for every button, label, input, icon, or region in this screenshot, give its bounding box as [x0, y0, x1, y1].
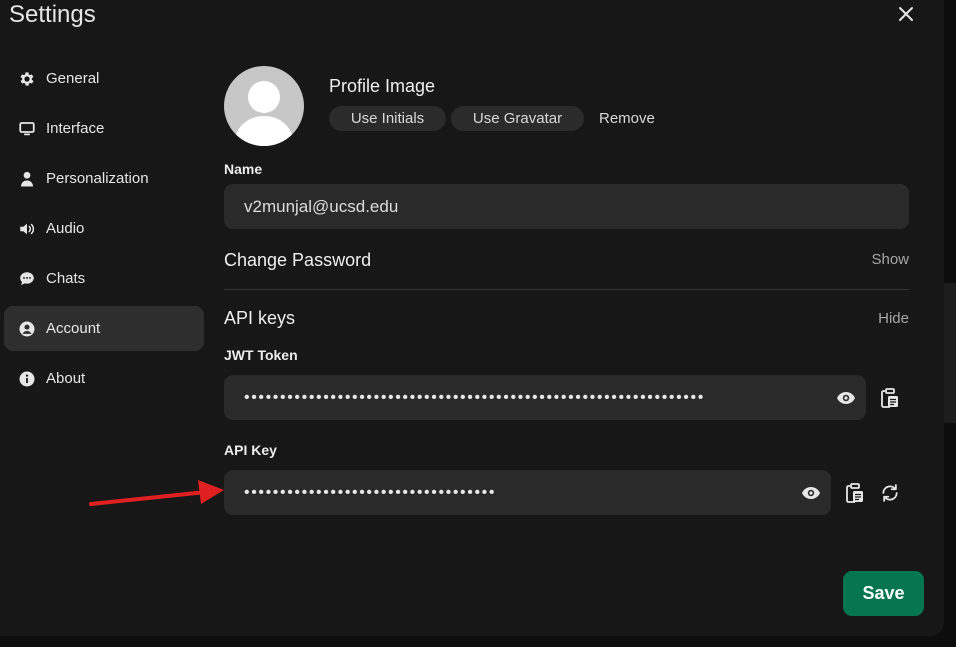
- copy-jwt-button[interactable]: [879, 387, 901, 409]
- sidebar-item-label: Account: [46, 320, 101, 337]
- close-icon: [899, 7, 913, 21]
- monitor-icon: [18, 120, 36, 138]
- gear-icon: [18, 70, 36, 88]
- settings-sidebar: General Interface Personalization Audio …: [4, 56, 204, 406]
- sidebar-item-about[interactable]: About: [4, 356, 204, 401]
- speaker-icon: [18, 220, 36, 238]
- show-jwt-button[interactable]: [835, 387, 857, 409]
- use-initials-button[interactable]: Use Initials: [329, 106, 446, 131]
- default-avatar-icon: [234, 81, 294, 146]
- name-field[interactable]: v2munjal@ucsd.edu: [224, 184, 909, 229]
- hide-api-keys-toggle[interactable]: Hide: [878, 310, 909, 327]
- sidebar-item-interface[interactable]: Interface: [4, 106, 204, 151]
- name-label: Name: [224, 161, 263, 177]
- change-password-label: Change Password: [224, 250, 372, 270]
- sidebar-item-general[interactable]: General: [4, 56, 204, 101]
- sidebar-item-label: Audio: [46, 220, 85, 237]
- sidebar-item-label: Chats: [46, 270, 86, 287]
- eye-icon: [837, 392, 855, 404]
- eye-icon: [802, 487, 820, 499]
- show-api-key-button[interactable]: [800, 482, 822, 504]
- show-password-toggle[interactable]: Show: [871, 251, 909, 268]
- jwt-token-value: ••••••••••••••••••••••••••••••••••••••••…: [244, 388, 705, 406]
- api-key-label: API Key: [224, 442, 277, 458]
- sidebar-item-audio[interactable]: Audio: [4, 206, 204, 251]
- sidebar-item-label: Interface: [46, 120, 105, 137]
- sidebar-item-account[interactable]: Account: [4, 306, 204, 351]
- sidebar-item-label: General: [46, 70, 100, 87]
- api-keys-label: API keys: [224, 308, 296, 328]
- sidebar-item-label: Personalization: [46, 170, 149, 187]
- sidebar-item-label: About: [46, 370, 86, 387]
- sidebar-item-chats[interactable]: Chats: [4, 256, 204, 301]
- name-value: v2munjal@ucsd.edu: [244, 196, 399, 216]
- info-icon: [18, 370, 36, 388]
- regenerate-api-key-button[interactable]: [879, 482, 901, 504]
- user-circle-icon: [18, 320, 36, 338]
- sidebar-item-personalization[interactable]: Personalization: [4, 156, 204, 201]
- api-key-value: •••••••••••••••••••••••••••••••••••: [244, 483, 497, 501]
- settings-modal: Settings General Interface Personalizati…: [0, 0, 944, 636]
- page-title: Settings: [9, 1, 96, 28]
- close-button[interactable]: [894, 2, 918, 26]
- use-gravatar-button[interactable]: Use Gravatar: [451, 106, 584, 131]
- api-key-field[interactable]: •••••••••••••••••••••••••••••••••••: [224, 470, 831, 515]
- avatar[interactable]: [224, 66, 304, 146]
- jwt-token-field[interactable]: ••••••••••••••••••••••••••••••••••••••••…: [224, 375, 866, 420]
- refresh-icon: [882, 484, 898, 502]
- clipboard-icon: [846, 483, 863, 503]
- clipboard-icon: [881, 388, 898, 408]
- profile-image-label: Profile Image: [329, 76, 436, 96]
- save-button[interactable]: Save: [843, 571, 924, 616]
- jwt-token-label: JWT Token: [224, 347, 298, 363]
- chat-bubble-icon: [18, 270, 36, 288]
- background-edge: [944, 283, 956, 423]
- user-icon: [18, 170, 36, 188]
- remove-image-button[interactable]: Remove: [599, 110, 655, 127]
- divider: [224, 289, 909, 290]
- annotation-arrow-icon: [89, 480, 224, 506]
- copy-api-key-button[interactable]: [844, 482, 866, 504]
